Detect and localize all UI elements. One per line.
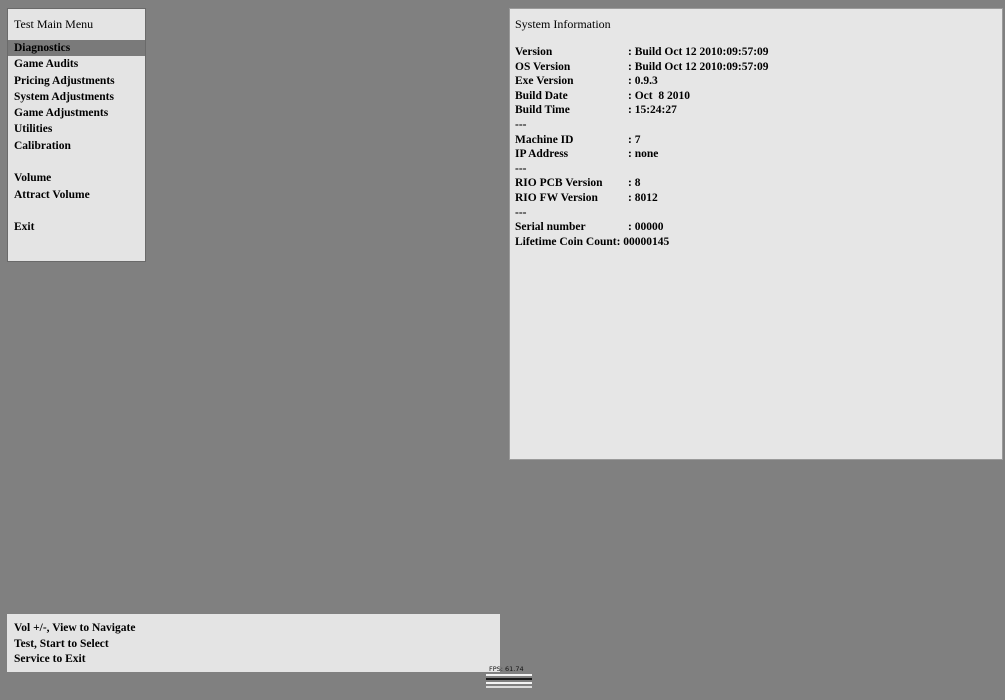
menu-spacer (8, 203, 145, 219)
info-row-serial-number: Serial number : 00000 (515, 220, 769, 235)
menu-item-exit[interactable]: Exit (8, 219, 145, 235)
info-label: OS Version (515, 60, 571, 73)
menu-item-pricing-adjustments[interactable]: Pricing Adjustments (8, 73, 145, 89)
info-value: : 15:24:27 (628, 104, 677, 117)
fps-indicator: FPS: 61.74 (486, 664, 532, 690)
info-value: : 7 (628, 133, 641, 146)
help-line-navigate: Vol +/-, View to Navigate (14, 622, 136, 634)
info-label: RIO FW Version (515, 191, 598, 204)
menu-item-game-audits[interactable]: Game Audits (8, 56, 145, 72)
info-value: : 8012 (628, 191, 658, 204)
info-row-build-date: Build Date : Oct 8 2010 (515, 89, 769, 104)
info-value: : 00000 (628, 221, 664, 234)
info-row-exe-version: Exe Version : 0.9.3 (515, 74, 769, 89)
info-row-rio-fw-version: RIO FW Version : 8012 (515, 191, 769, 206)
menu-item-calibration[interactable]: Calibration (8, 138, 145, 154)
info-value: : none (628, 148, 659, 161)
separator-text: --- (515, 162, 527, 175)
fps-bar-light (486, 686, 532, 688)
info-label: Version (515, 46, 553, 58)
separator-text: --- (515, 118, 527, 131)
info-row-version: Version : Build Oct 12 2010:09:57:09 (515, 45, 769, 60)
help-line-select: Test, Start to Select (14, 637, 109, 650)
fps-label: FPS: 61.74 (489, 665, 524, 673)
menu-item-diagnostics[interactable]: Diagnostics (8, 40, 145, 57)
info-row-build-time: Build Time : 15:24:27 (515, 103, 769, 118)
info-value: 00000145 (623, 235, 670, 248)
info-row-machine-id: Machine ID : 7 (515, 133, 769, 148)
info-label: Build Date (515, 89, 568, 102)
info-label: Exe Version (515, 75, 574, 88)
menu-item-system-adjustments[interactable]: System Adjustments (8, 89, 145, 105)
fps-bar-dark (486, 678, 532, 680)
info-label: Serial number (515, 221, 586, 234)
info-value: : Build Oct 12 2010:09:57:09 (628, 60, 769, 73)
info-separator: --- (515, 162, 769, 177)
menu-item-game-adjustments[interactable]: Game Adjustments (8, 105, 145, 121)
info-value: : Oct 8 2010 (628, 89, 690, 102)
menu-item-utilities[interactable]: Utilities (8, 121, 145, 137)
info-row-rio-pcb-version: RIO PCB Version : 8 (515, 176, 769, 191)
menu-list: Diagnostics Game Audits Pricing Adjustme… (8, 40, 145, 236)
info-separator: --- (515, 118, 769, 133)
menu-spacer (8, 154, 145, 170)
info-value: : 0.9.3 (628, 75, 658, 88)
help-lines: Vol +/-, View to Navigate Test, Start to… (14, 621, 135, 668)
info-label: Lifetime Coin Count: (515, 235, 621, 248)
fps-bar-light (486, 674, 532, 676)
info-label: Build Time (515, 104, 570, 117)
info-row-ip-address: IP Address : none (515, 147, 769, 162)
system-information-rows: Version : Build Oct 12 2010:09:57:09 OS V… (515, 45, 769, 249)
separator-text: --- (515, 206, 527, 219)
info-separator: --- (515, 206, 769, 221)
menu-item-volume[interactable]: Volume (8, 170, 145, 186)
info-label: Machine ID (515, 133, 574, 146)
system-information-panel: System Information Version : Build Oct 12… (509, 8, 1003, 460)
menu-title: Test Main Menu (14, 17, 94, 31)
info-row-os-version: OS Version : Build Oct 12 2010:09:57:09 (515, 60, 769, 75)
navigation-help-panel: Vol +/-, View to Navigate Test, Start to… (7, 614, 500, 672)
info-label: IP Address (515, 148, 569, 161)
info-row-lifetime-coin-count: Lifetime Coin Count: 00000145 (515, 235, 769, 250)
menu-item-attract-volume[interactable]: Attract Volume (8, 187, 145, 203)
info-label: RIO PCB Version (515, 177, 603, 190)
main-menu-panel: Test Main Menu Diagnostics Game Audits P… (7, 8, 146, 262)
help-line-exit: Service to Exit (14, 653, 86, 665)
info-value: : Build Oct 12 2010:09:57:09 (628, 46, 769, 58)
test-mode-screen: { "menu": { "title": "Test Main Menu", "… (0, 0, 1005, 700)
info-value: : 8 (628, 177, 641, 190)
system-information-title: System Information (515, 17, 611, 31)
fps-bar-light (486, 682, 532, 684)
